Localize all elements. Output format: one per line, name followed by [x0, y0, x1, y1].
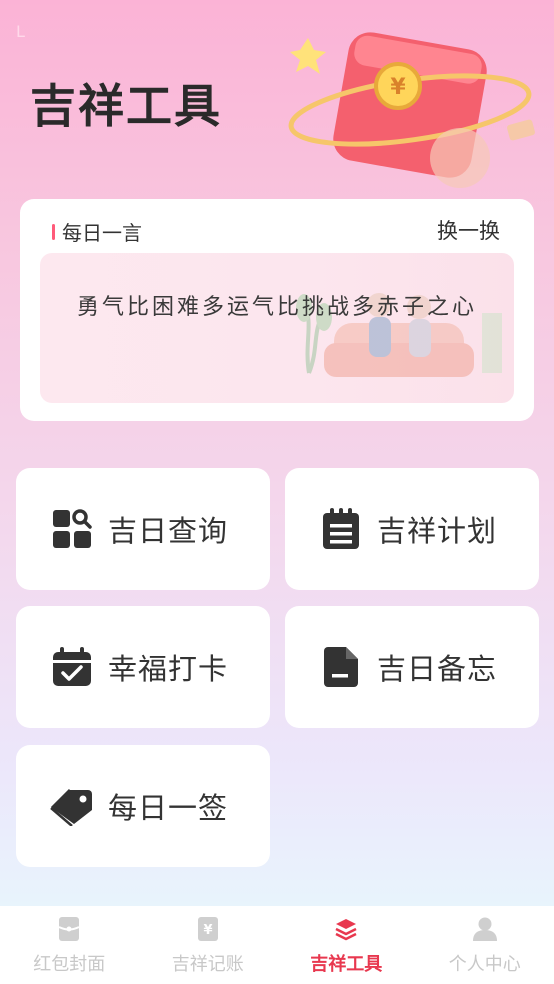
tool-tile-label: 吉日查询	[108, 514, 229, 548]
quote-header-label: 每日一言	[62, 221, 142, 245]
tab-label: 红包封面	[33, 954, 106, 975]
tab-label: 个人中心	[448, 954, 521, 975]
daily-quote-card: 每日一言 换一换 勇气比困难多运气比挑战多赤子之心	[20, 199, 534, 421]
status-bar-mark: L	[16, 22, 25, 41]
bottom-tab-bar: 红包封面 ¥ 吉祥记账 吉祥工具 个人中心	[0, 906, 554, 984]
layers-icon	[333, 916, 359, 942]
tab-personal-center[interactable]: 个人中心	[416, 906, 554, 984]
tool-tile-label: 吉日备忘	[377, 652, 498, 686]
tool-tile-auspicious-day-query[interactable]: 吉日查询	[16, 468, 270, 590]
tab-auspicious-accounting[interactable]: ¥ 吉祥记账	[139, 906, 278, 984]
tool-tile-label: 幸福打卡	[108, 652, 229, 686]
tool-tile-auspicious-memo[interactable]: 吉日备忘	[285, 606, 539, 728]
yen-ledger-icon: ¥	[195, 916, 221, 942]
tab-label: 吉祥工具	[310, 954, 383, 975]
tool-tile-auspicious-plan[interactable]: 吉祥计划	[285, 468, 539, 590]
calendar-check-icon	[50, 645, 94, 689]
accent-bar	[52, 223, 55, 240]
tool-tile-daily-fortune[interactable]: 每日一签	[16, 745, 270, 867]
quote-header: 每日一言	[52, 217, 142, 246]
document-icon	[319, 645, 363, 689]
red-envelope-illustration: ¥	[288, 32, 535, 188]
tool-tile-label: 吉祥计划	[377, 514, 498, 548]
notepad-icon	[319, 507, 363, 551]
tag-icon	[50, 784, 94, 828]
quote-text: 勇气比困难多运气比挑战多赤子之心	[76, 295, 477, 320]
page-title: 吉祥工具	[30, 79, 222, 133]
refresh-quote-button[interactable]: 换一换	[437, 215, 500, 245]
tool-tile-happiness-check-in[interactable]: 幸福打卡	[16, 606, 270, 728]
tab-red-envelope-cover[interactable]: 红包封面	[0, 906, 139, 984]
person-icon	[472, 916, 498, 942]
grid-search-icon	[50, 507, 94, 551]
svg-text:¥: ¥	[390, 75, 406, 100]
svg-text:¥: ¥	[203, 923, 212, 938]
envelope-icon	[56, 916, 82, 942]
tab-label: 吉祥记账	[171, 954, 244, 975]
tab-auspicious-tools[interactable]: 吉祥工具	[277, 906, 416, 984]
tool-tile-label: 每日一签	[108, 791, 229, 825]
quote-box: 勇气比困难多运气比挑战多赤子之心	[40, 253, 514, 403]
